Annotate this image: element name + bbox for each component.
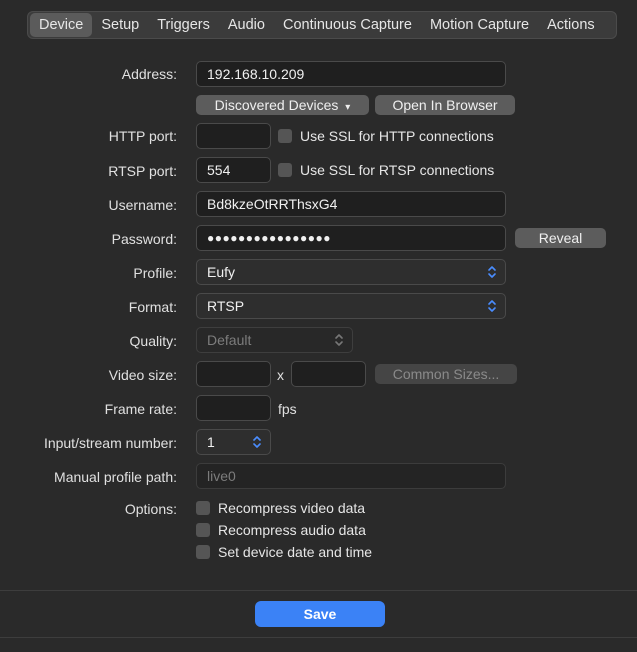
video-size-label: Video size: (108, 367, 177, 383)
updown-chevron-icon (253, 436, 261, 448)
video-height-input[interactable] (291, 361, 366, 387)
footer-divider-top (0, 590, 637, 591)
http-port-label: HTTP port: (108, 128, 177, 144)
stream-number-value: 1 (207, 434, 215, 450)
recompress-video-label: Recompress video data (218, 500, 366, 516)
password-label: Password: (111, 231, 177, 247)
chevron-down-icon: ▾ (345, 102, 351, 113)
format-select-value: RTSP (207, 298, 245, 314)
quality-label: Quality: (129, 333, 177, 349)
profile-label: Profile: (133, 265, 177, 281)
updown-chevron-icon (335, 334, 343, 346)
recompress-audio-label: Recompress audio data (218, 522, 366, 538)
tab-audio[interactable]: Audio (219, 13, 274, 37)
rtsp-port-label: RTSP port: (108, 163, 177, 179)
open-in-browser-button[interactable]: Open In Browser (375, 95, 515, 115)
tab-motion-capture[interactable]: Motion Capture (421, 13, 538, 37)
address-label: Address: (121, 66, 177, 82)
quality-select[interactable]: Default (196, 327, 353, 353)
tab-triggers[interactable]: Triggers (148, 13, 219, 37)
footer-divider-bottom (0, 637, 637, 638)
password-input[interactable]: ●●●●●●●●●●●●●●●● (196, 225, 506, 251)
stream-number-label: Input/stream number: (43, 435, 177, 451)
recompress-video-checkbox-box[interactable] (196, 501, 210, 515)
format-label: Format: (128, 299, 177, 315)
options-label: Options: (124, 501, 177, 517)
tab-bar: Device Setup Triggers Audio Continuous C… (27, 11, 617, 39)
set-date-time-checkbox[interactable]: Set device date and time (196, 544, 372, 560)
reveal-button[interactable]: Reveal (515, 228, 606, 248)
discovered-devices-button[interactable]: Discovered Devices ▾ (196, 95, 369, 115)
rtsp-port-input[interactable]: 554 (196, 157, 271, 183)
ssl-rtsp-checkbox-box[interactable] (278, 163, 292, 177)
tab-actions[interactable]: Actions (538, 13, 604, 37)
address-input[interactable]: 192.168.10.209 (196, 61, 506, 87)
recompress-audio-checkbox[interactable]: Recompress audio data (196, 522, 366, 538)
frame-rate-label: Frame rate: (104, 401, 177, 417)
tab-setup[interactable]: Setup (92, 13, 148, 37)
tab-device[interactable]: Device (30, 13, 93, 37)
recompress-video-checkbox[interactable]: Recompress video data (196, 500, 365, 516)
format-select[interactable]: RTSP (196, 293, 506, 319)
frame-rate-input[interactable] (196, 395, 271, 421)
ssl-rtsp-checkbox-label: Use SSL for RTSP connections (300, 162, 495, 178)
updown-chevron-icon (488, 300, 496, 312)
fps-label: fps (278, 401, 297, 417)
manual-path-input[interactable]: live0 (196, 463, 506, 489)
tab-continuous-capture[interactable]: Continuous Capture (274, 13, 421, 37)
profile-select-value: Eufy (207, 264, 236, 280)
quality-select-value: Default (207, 332, 252, 348)
ssl-rtsp-checkbox[interactable]: Use SSL for RTSP connections (278, 162, 494, 178)
set-date-time-label: Set device date and time (218, 544, 373, 560)
video-width-input[interactable] (196, 361, 271, 387)
common-sizes-button[interactable]: Common Sizes... (375, 364, 517, 384)
manual-path-label: Manual profile path: (54, 469, 177, 485)
stream-number-stepper[interactable]: 1 (196, 429, 271, 455)
updown-chevron-icon (488, 266, 496, 278)
discovered-devices-label: Discovered Devices (214, 97, 339, 113)
save-button[interactable]: Save (255, 601, 385, 627)
profile-select[interactable]: Eufy (196, 259, 506, 285)
ssl-http-checkbox-box[interactable] (278, 129, 292, 143)
username-label: Username: (108, 197, 177, 213)
recompress-audio-checkbox-box[interactable] (196, 523, 210, 537)
username-input[interactable]: Bd8kzeOtRRThsxG4 (196, 191, 506, 217)
http-port-input[interactable] (196, 123, 271, 149)
set-date-time-checkbox-box[interactable] (196, 545, 210, 559)
video-size-x-label: x (277, 367, 284, 383)
ssl-http-checkbox-label: Use SSL for HTTP connections (300, 128, 494, 144)
ssl-http-checkbox[interactable]: Use SSL for HTTP connections (278, 128, 494, 144)
